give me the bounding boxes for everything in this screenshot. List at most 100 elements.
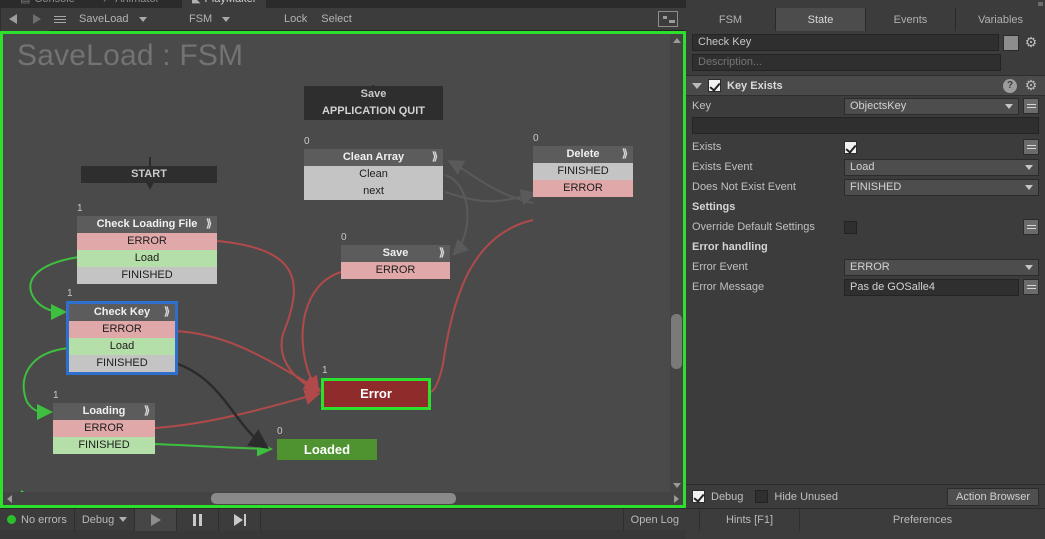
- dock-layout-icon[interactable]: [658, 11, 678, 27]
- tab-variables[interactable]: Variables: [956, 8, 1045, 31]
- state-node-row[interactable]: ERROR: [53, 420, 155, 437]
- state-node-loading[interactable]: 1 Loading ⟫ ERROR FINISHED: [53, 390, 155, 454]
- gear-icon[interactable]: ⚙: [1023, 77, 1039, 94]
- scroll-right-button[interactable]: [670, 492, 683, 505]
- fsm-graph-canvas[interactable]: SaveLoad : FSM Save APPLICATION QUIT 0 C…: [0, 31, 686, 508]
- state-node-row[interactable]: ERROR: [69, 321, 175, 338]
- hide-unused-checkbox[interactable]: [755, 490, 769, 503]
- step-button[interactable]: [219, 508, 262, 531]
- key-text-input[interactable]: [692, 117, 1039, 134]
- state-node-check-key[interactable]: 1 Check Key ⟫ ERROR Load FINISHED: [66, 288, 178, 375]
- state-description-input[interactable]: Description...: [692, 54, 1001, 71]
- key-options-button[interactable]: [1023, 98, 1039, 114]
- scroll-left-button[interactable]: [3, 492, 16, 505]
- chevron-down-icon: [119, 517, 128, 522]
- override-default-settings-checkbox[interactable]: [844, 220, 857, 234]
- state-node-title[interactable]: Save ⟫: [341, 245, 450, 262]
- state-node-title[interactable]: Error: [324, 381, 428, 407]
- lock-button[interactable]: Lock: [277, 8, 314, 31]
- state-node-save[interactable]: 0 Save ⟫ ERROR: [341, 232, 450, 279]
- state-node-row[interactable]: APPLICATION QUIT: [304, 103, 443, 120]
- state-node-row[interactable]: ERROR: [533, 180, 633, 197]
- state-node-row-label: ERROR: [102, 323, 142, 335]
- bottom-bar-spacer: [261, 508, 624, 531]
- state-node-row[interactable]: FINISHED: [77, 267, 217, 284]
- exists-event-dropdown[interactable]: Load: [844, 158, 1039, 176]
- state-node-clean-array[interactable]: 0 Clean Array ⟫ Clean next: [304, 136, 443, 200]
- state-node-title[interactable]: Check Key ⟫: [69, 304, 175, 321]
- state-node-row[interactable]: ERROR: [77, 233, 217, 250]
- state-node-title[interactable]: Delete ⟫: [533, 146, 633, 163]
- hints-button[interactable]: Hints [F1]: [700, 509, 800, 531]
- fsm-owner-dropdown[interactable]: SaveLoad: [71, 8, 181, 31]
- state-node-title[interactable]: Loading ⟫: [53, 403, 155, 420]
- error-message-input[interactable]: Pas de GOSalle4: [844, 278, 1019, 296]
- forward-button[interactable]: [25, 7, 49, 31]
- play-button[interactable]: [135, 508, 178, 531]
- action-enabled-checkbox[interactable]: [708, 79, 721, 92]
- canvas-vertical-scrollbar[interactable]: [670, 34, 683, 505]
- select-button[interactable]: Select: [314, 8, 359, 31]
- color-swatch-icon[interactable]: [1003, 34, 1019, 51]
- state-node-title[interactable]: Save: [304, 86, 443, 103]
- sound-icon: ⟫: [143, 405, 150, 417]
- help-icon[interactable]: ?: [1003, 78, 1017, 93]
- state-node-row-label: Load: [134, 252, 160, 264]
- gear-icon[interactable]: ⚙: [1023, 34, 1039, 51]
- tab-state[interactable]: State: [776, 8, 866, 31]
- state-node-loaded[interactable]: 0 Loaded: [277, 426, 377, 460]
- does-not-exist-event-dropdown[interactable]: FINISHED: [844, 178, 1039, 196]
- graph-surface[interactable]: SaveLoad : FSM Save APPLICATION QUIT 0 C…: [3, 34, 683, 505]
- state-node-row[interactable]: Clean: [304, 166, 443, 183]
- tab-events[interactable]: Events: [866, 8, 956, 31]
- state-node-delete[interactable]: 0 Delete ⟫ FINISHED ERROR: [533, 133, 633, 197]
- back-button[interactable]: [1, 7, 25, 31]
- error-event-dropdown[interactable]: ERROR: [844, 258, 1039, 276]
- state-node-check-loading-file[interactable]: 1 Check Loading File ⟫ ERROR Load FINISH…: [77, 203, 217, 284]
- debug-dropdown[interactable]: Debug: [75, 508, 136, 531]
- canvas-horizontal-scrollbar[interactable]: [3, 492, 683, 505]
- exists-checkbox[interactable]: [844, 140, 857, 154]
- error-message-options-button[interactable]: [1023, 279, 1039, 295]
- fsm-name-label: FSM: [189, 13, 213, 25]
- state-node-title[interactable]: Loaded: [277, 439, 377, 460]
- sound-icon: ⟫: [438, 247, 445, 259]
- pause-button[interactable]: [177, 508, 220, 531]
- field-label: Does Not Exist Event: [692, 181, 796, 193]
- state-node-row[interactable]: next: [304, 183, 443, 200]
- sound-icon: ⟫: [205, 218, 212, 230]
- preferences-button[interactable]: Preferences: [800, 509, 1045, 531]
- playmaker-bottom-bar: No errors Debug Open Log: [0, 508, 686, 531]
- scroll-down-button[interactable]: [670, 479, 683, 491]
- action-header[interactable]: Key Exists ? ⚙: [686, 75, 1045, 96]
- override-options-button[interactable]: [1023, 219, 1039, 235]
- state-node-error[interactable]: 1 Error: [321, 365, 431, 410]
- state-node-start[interactable]: START: [81, 166, 217, 183]
- state-node-row[interactable]: FINISHED: [69, 355, 175, 372]
- field-label: Exists Event: [692, 161, 753, 173]
- state-node-row[interactable]: Load: [77, 250, 217, 267]
- error-status[interactable]: No errors: [0, 508, 75, 531]
- state-node-title-label: Error: [360, 386, 392, 401]
- state-name-input[interactable]: Check Key: [692, 34, 999, 51]
- state-node-title[interactable]: Check Loading File ⟫: [77, 216, 217, 233]
- scrollbar-thumb[interactable]: [211, 493, 456, 504]
- state-node-title[interactable]: Clean Array ⟫: [304, 149, 443, 166]
- action-browser-button[interactable]: Action Browser: [947, 487, 1039, 506]
- scrollbar-thumb[interactable]: [671, 314, 682, 369]
- state-node-row[interactable]: ERROR: [341, 262, 450, 279]
- state-node-row[interactable]: FINISHED: [533, 163, 633, 180]
- tab-fsm[interactable]: FSM: [686, 8, 776, 31]
- state-node-save-quit[interactable]: Save APPLICATION QUIT: [304, 86, 443, 120]
- exists-options-button[interactable]: [1023, 139, 1039, 155]
- state-node-row[interactable]: Load: [69, 338, 175, 355]
- state-node-row[interactable]: FINISHED: [53, 437, 155, 454]
- scroll-up-button[interactable]: [670, 34, 683, 46]
- state-node-title[interactable]: START: [81, 166, 217, 183]
- chevron-down-icon[interactable]: [692, 82, 702, 89]
- debug-checkbox[interactable]: [692, 490, 705, 503]
- hamburger-menu-button[interactable]: [49, 8, 71, 31]
- fsm-name-dropdown[interactable]: FSM: [181, 8, 277, 31]
- key-dropdown[interactable]: ObjectsKey: [844, 97, 1019, 115]
- open-log-button[interactable]: Open Log: [624, 509, 686, 531]
